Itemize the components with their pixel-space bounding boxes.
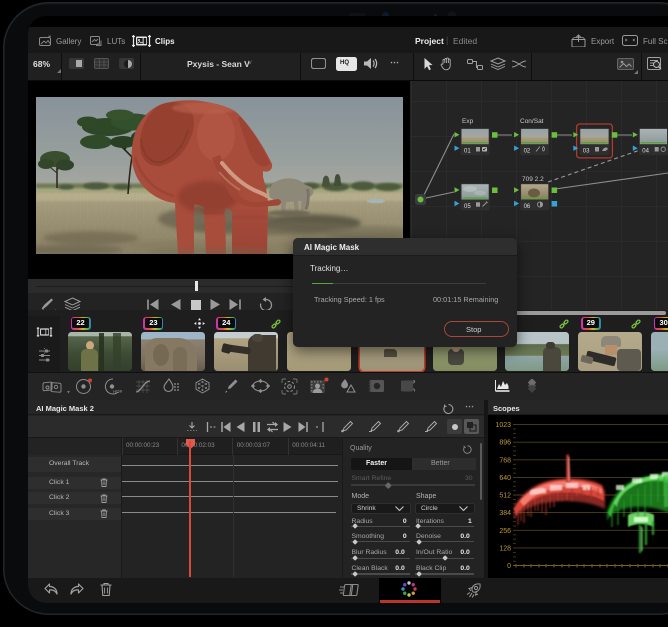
svg-text:03: 03: [583, 149, 590, 155]
svg-text:05: 05: [464, 204, 471, 210]
svg-text:0: 0: [507, 563, 511, 570]
svg-text:512: 512: [499, 493, 511, 500]
svg-text:128: 128: [499, 545, 511, 552]
svg-text:Con/Sat: Con/Sat: [520, 118, 544, 125]
svg-text:768: 768: [499, 457, 511, 464]
svg-text:1023: 1023: [495, 422, 511, 429]
svg-text:896: 896: [499, 440, 511, 447]
svg-text:640: 640: [499, 475, 511, 482]
svg-text:HDR: HDR: [113, 389, 122, 394]
svg-text:04: 04: [642, 149, 649, 155]
svg-text:06: 06: [524, 204, 531, 210]
svg-text:709 2.2: 709 2.2: [522, 176, 544, 183]
svg-text:Exp: Exp: [462, 118, 474, 125]
svg-text:02: 02: [524, 149, 531, 155]
svg-text:01: 01: [464, 149, 471, 155]
svg-text:384: 384: [499, 510, 511, 517]
svg-text:256: 256: [499, 528, 511, 535]
